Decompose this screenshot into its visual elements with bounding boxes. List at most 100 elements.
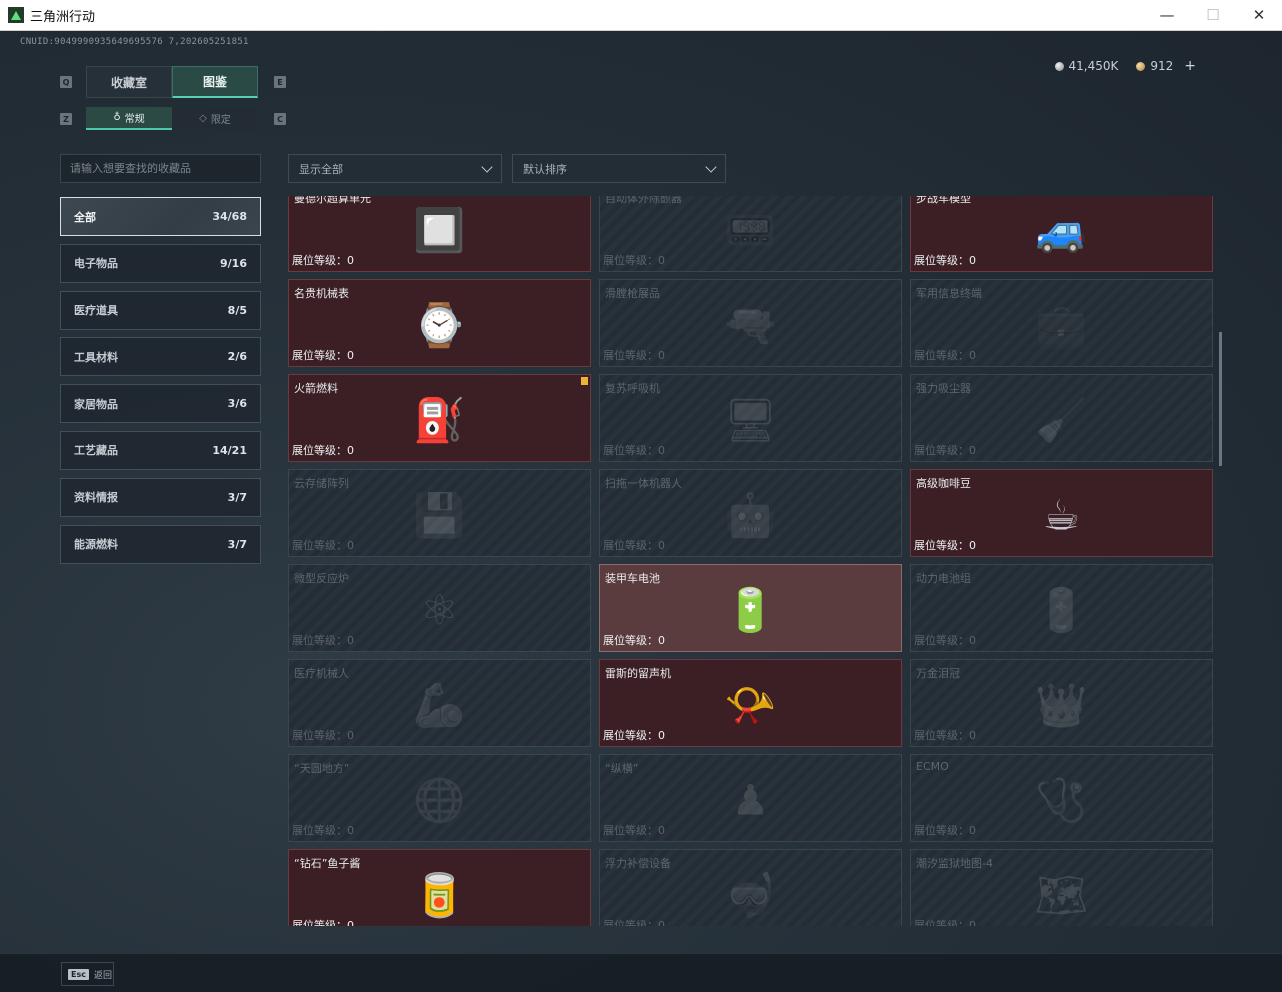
item-level-label: 展位等级： — [292, 539, 347, 552]
ventilator-icon: 🖥 — [723, 395, 778, 445]
grid-scrollbar[interactable] — [1219, 332, 1222, 466]
chevron-down-icon — [481, 160, 493, 173]
collection-item-card[interactable]: 🖥 复苏呼吸机 展位等级：0 — [599, 374, 902, 462]
collection-item-card[interactable]: 🔋 装甲车电池 展位等级：0 — [599, 564, 902, 652]
limited-icon: ◇ — [199, 113, 207, 124]
item-level-value: 0 — [969, 539, 976, 552]
collection-item-card[interactable]: 🩺 ECMO 展位等级：0 — [910, 754, 1213, 842]
item-level-label: 展位等级： — [603, 634, 658, 647]
close-button[interactable]: ✕ — [1236, 0, 1282, 30]
category-item[interactable]: 能源燃料 3/7 — [60, 524, 261, 564]
item-level-value: 0 — [347, 634, 354, 647]
search-input[interactable] — [60, 154, 261, 183]
add-currency-button[interactable]: + — [1184, 58, 1196, 74]
minimize-button[interactable]: — — [1144, 0, 1190, 30]
tab-limited[interactable]: ◇ 限定 — [172, 107, 258, 130]
chessboard-icon: ♟ — [731, 775, 770, 825]
category-item[interactable]: 全部 34/68 — [60, 197, 261, 236]
collection-item-card[interactable]: ☕ 高级咖啡豆 展位等级：0 — [910, 469, 1213, 557]
gold-currency: 912 + — [1136, 58, 1196, 74]
collection-item-card[interactable]: 📟 自动体外除颤器 展位等级：0 — [599, 196, 902, 272]
collection-item-card[interactable]: 🥫 “钻石”鱼子酱 展位等级：0 — [288, 849, 591, 926]
collection-item-card[interactable]: 🦾 医疗机械人 展位等级：0 — [288, 659, 591, 747]
collection-item-card[interactable]: 💾 云存储阵列 展位等级：0 — [288, 469, 591, 557]
sort-dropdown[interactable]: 默认排序 — [512, 154, 726, 183]
reactor-icon: ⚛ — [420, 585, 459, 635]
collection-item-card[interactable]: 🧹 强力吸尘器 展位等级：0 — [910, 374, 1213, 462]
item-level: 展位等级：0 — [914, 252, 976, 268]
collection-item-card[interactable]: 📯 雷斯的留声机 展位等级：0 — [599, 659, 902, 747]
category-count: 3/7 — [227, 490, 247, 504]
collection-item-card[interactable]: ⚛ 微型反应炉 展位等级：0 — [288, 564, 591, 652]
collection-item-card[interactable]: 💼 军用信息终端 展位等级：0 — [910, 279, 1213, 367]
item-level-value: 0 — [347, 539, 354, 552]
maximize-button[interactable]: ☐ — [1190, 0, 1236, 30]
tab-collection-room[interactable]: 收藏室 — [86, 66, 172, 98]
collection-item-card[interactable]: ⌚ 名贵机械表 展位等级：0 — [288, 279, 591, 367]
category-name: 工具材料 — [74, 350, 118, 364]
item-level-value: 0 — [969, 634, 976, 647]
collection-item-card[interactable]: 🤿 浮力补偿设备 展位等级：0 — [599, 849, 902, 926]
item-name: 浮力补偿设备 — [605, 857, 671, 870]
main-tabs: 收藏室 图鉴 — [86, 66, 258, 98]
chevron-down-icon — [705, 160, 717, 173]
item-name: “钻石”鱼子酱 — [294, 857, 361, 870]
item-level: 展位等级：0 — [292, 347, 354, 363]
item-name: 曼德尔超算单元 — [294, 196, 371, 205]
terminal-icon: 💼 — [1035, 300, 1088, 350]
footer-bar: Esc 返回 — [0, 953, 1282, 992]
collection-item-card[interactable]: 🔲 曼德尔超算单元 展位等级：0 — [288, 196, 591, 272]
category-name: 资料情报 — [74, 491, 118, 505]
item-level-value: 0 — [969, 919, 976, 926]
category-name: 能源燃料 — [74, 538, 118, 552]
bag-icon: ♁ — [113, 112, 121, 123]
item-level: 展位等级：0 — [292, 252, 354, 268]
item-level-label: 展位等级： — [603, 824, 658, 837]
category-count: 9/16 — [220, 256, 247, 270]
item-level-value: 0 — [658, 254, 665, 267]
collection-item-card[interactable]: 🗺 潮汐监狱地图-4 展位等级：0 — [910, 849, 1213, 926]
item-name: 强力吸尘器 — [916, 382, 971, 395]
item-grid-viewport: 🔲 曼德尔超算单元 展位等级：0 📟 自动体外除颤器 展位等级：0 🚙 步战车模型 展位等级：0… — [288, 196, 1213, 926]
category-item[interactable]: 工具材料 2/6 — [60, 337, 261, 377]
collection-item-card[interactable]: 🚙 步战车模型 展位等级：0 — [910, 196, 1213, 272]
collection-item-card[interactable]: ⛽ 火箭燃料 展位等级：0 — [288, 374, 591, 462]
gold-coin-icon — [1136, 61, 1146, 71]
category-item[interactable]: 家居物品 3/6 — [60, 384, 261, 424]
display-filter-dropdown[interactable]: 显示全部 — [288, 154, 502, 183]
armillary-icon: 🌐 — [413, 775, 466, 825]
collection-item-card[interactable]: 👑 万金泪冠 展位等级：0 — [910, 659, 1213, 747]
collection-item-card[interactable]: 🔋 动力电池组 展位等级：0 — [910, 564, 1213, 652]
fuel-can-icon: ⛽ — [413, 395, 466, 445]
item-level-value: 0 — [347, 824, 354, 837]
ecmo-icon: 🩺 — [1035, 775, 1088, 825]
tab-codex[interactable]: 图鉴 — [172, 66, 258, 98]
category-count: 3/7 — [227, 537, 247, 551]
item-level: 展位等级：0 — [914, 917, 976, 926]
collection-item-card[interactable]: ♟ “纵横” 展位等级：0 — [599, 754, 902, 842]
category-item[interactable]: 电子物品 9/16 — [60, 243, 261, 283]
tab-regular[interactable]: ♁ 常规 — [86, 107, 172, 130]
category-item[interactable]: 工艺藏品 14/21 — [60, 430, 261, 470]
item-level-value: 0 — [658, 824, 665, 837]
window-titlebar: 三角洲行动 — ☐ ✕ — [0, 0, 1282, 31]
collection-item-card[interactable]: 🌐 “天圆地方” 展位等级：0 — [288, 754, 591, 842]
item-level: 展位等级：0 — [603, 537, 665, 553]
back-button[interactable]: Esc 返回 — [61, 962, 114, 986]
item-level-label: 展位等级： — [914, 919, 969, 926]
collection-item-card[interactable]: 🔫 滑膛枪展品 展位等级：0 — [599, 279, 902, 367]
category-item[interactable]: 医疗道具 8/5 — [60, 290, 261, 330]
collection-item-card[interactable]: 🤖 扫拖一体机器人 展位等级：0 — [599, 469, 902, 557]
battery-icon: 🔋 — [724, 585, 777, 635]
item-level-label: 展位等级： — [603, 539, 658, 552]
new-badge-icon — [581, 377, 588, 385]
item-name: 医疗机械人 — [294, 667, 349, 680]
window-controls: — ☐ ✕ — [1144, 0, 1282, 30]
item-level-label: 展位等级： — [914, 349, 969, 362]
category-count: 3/6 — [227, 397, 247, 411]
item-level-label: 展位等级： — [914, 634, 969, 647]
coffee-bag-icon: ☕ — [1042, 490, 1081, 540]
caviar-tin-icon: 🥫 — [413, 870, 466, 920]
category-item[interactable]: 资料情报 3/7 — [60, 477, 261, 517]
item-name: 扫拖一体机器人 — [605, 477, 682, 490]
